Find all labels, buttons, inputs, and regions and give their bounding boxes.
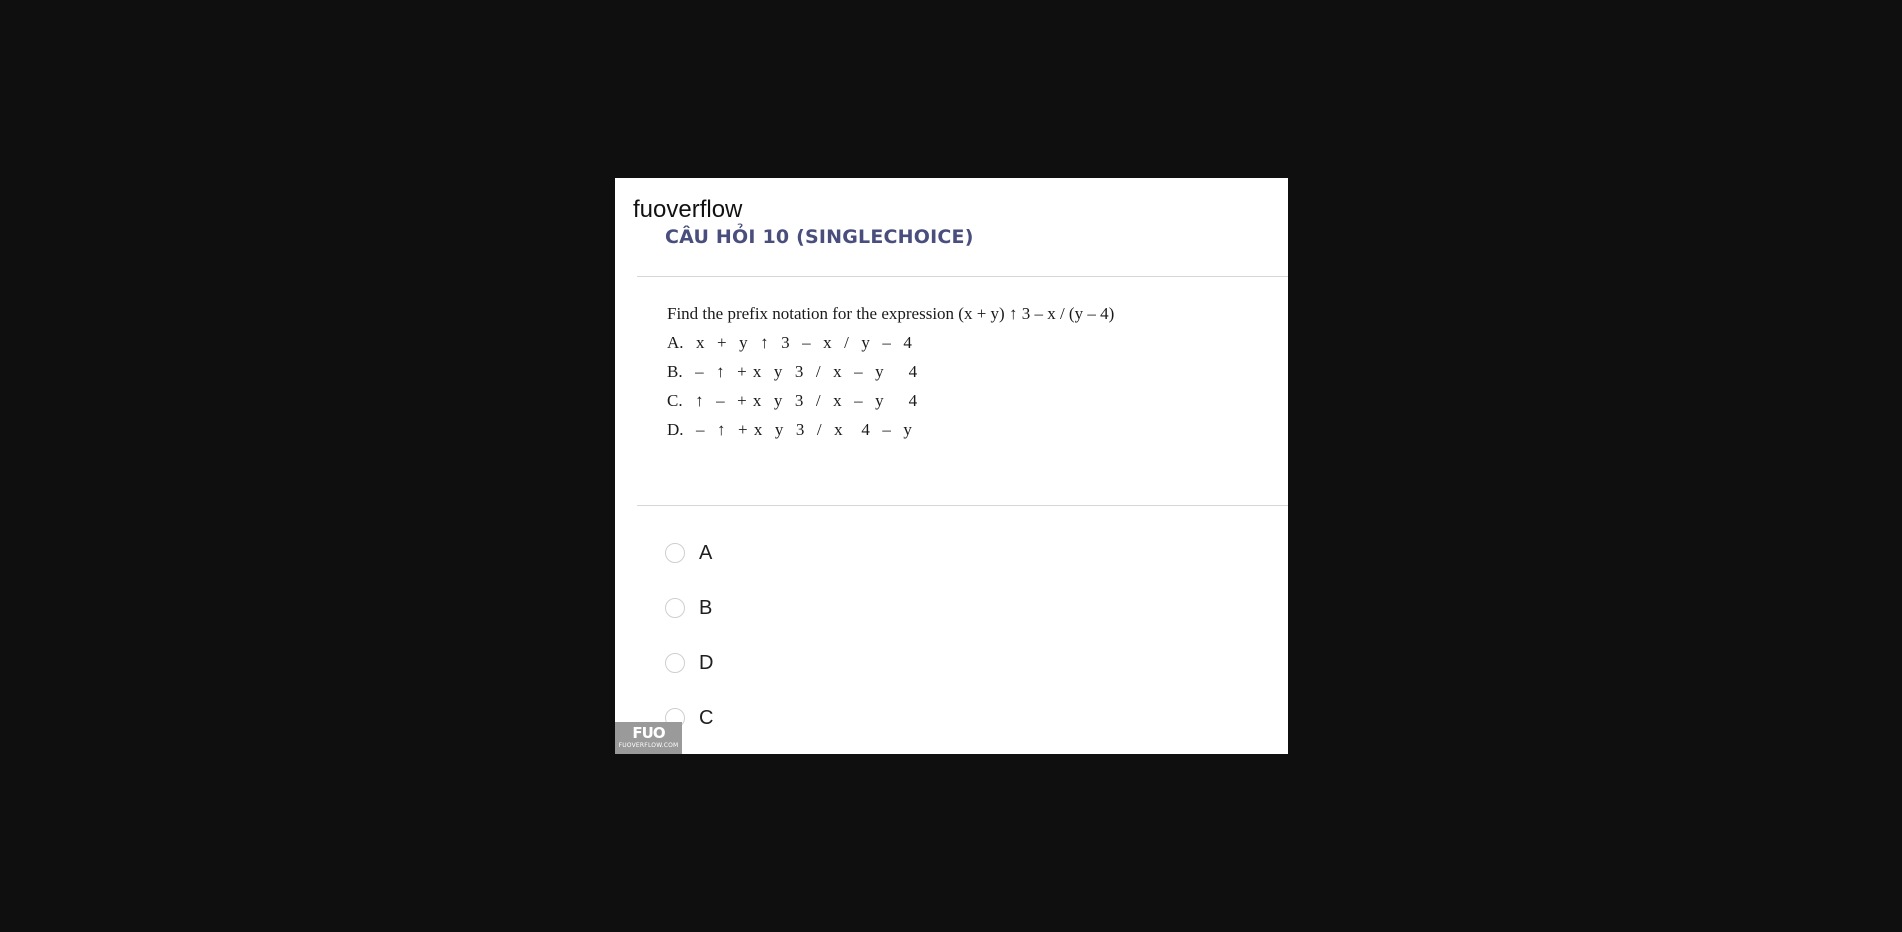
brand-name: fuoverflow bbox=[633, 196, 743, 223]
choice-label-d: D bbox=[699, 651, 714, 674]
top-divider bbox=[637, 276, 1288, 277]
choice-b[interactable]: B bbox=[665, 595, 713, 621]
watermark-site-text: FUOVERFLOW.COM bbox=[618, 742, 679, 749]
choice-d[interactable]: D bbox=[665, 650, 713, 676]
question-image: Find the prefix notation for the express… bbox=[667, 304, 1114, 449]
question-option-c: C. ↑ – + x y 3 / x – y 4 bbox=[667, 391, 918, 410]
bottom-divider bbox=[637, 505, 1288, 506]
choice-label-a: A bbox=[699, 541, 713, 564]
radio-d[interactable] bbox=[665, 653, 685, 673]
question-stem: Find the prefix notation for the express… bbox=[667, 304, 1115, 323]
choice-label-b: B bbox=[699, 596, 713, 619]
question-option-b: B. – ↑ + x y 3 / x – y 4 bbox=[667, 362, 918, 381]
question-option-a: A. x + y ↑ 3 – x / y – 4 bbox=[667, 333, 912, 352]
choice-label-c: C bbox=[699, 706, 714, 729]
watermark-logo-text: FUO bbox=[632, 724, 665, 742]
question-card: fuoverflow CÂU HỎI 10 (SINGLECHOICE) Fin… bbox=[615, 178, 1288, 754]
radio-a[interactable] bbox=[665, 543, 685, 563]
question-title: CÂU HỎI 10 (SINGLECHOICE) bbox=[665, 226, 974, 248]
question-option-d: D. – ↑ + x y 3 / x 4 – y bbox=[667, 420, 912, 439]
watermark-logo: FUO FUOVERFLOW.COM bbox=[615, 722, 682, 754]
radio-b[interactable] bbox=[665, 598, 685, 618]
choice-a[interactable]: A bbox=[665, 540, 713, 566]
